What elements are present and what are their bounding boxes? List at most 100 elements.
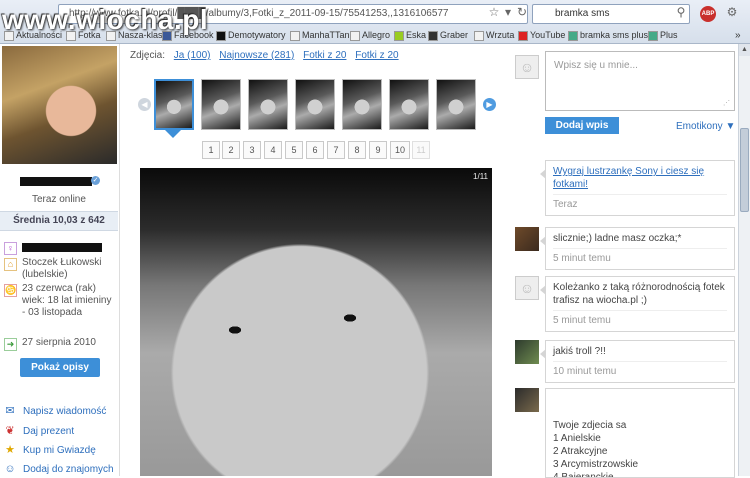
list-item: Koleżanko z taką różnorodnością fotek tr… [540, 276, 735, 332]
reload-icon[interactable]: ↻ [514, 4, 530, 20]
comment-pointer [540, 169, 546, 179]
bookmark-eska[interactable]: Eska [394, 27, 426, 44]
zodiac-icon: ♋ [4, 284, 17, 297]
comment-input[interactable]: Wpisz się u mnie... ⋰ [545, 51, 735, 111]
list-item: Twoje zdjecia sa 1 Anielskie 2 Atrakcyjn… [545, 388, 735, 478]
add-entry-button[interactable]: Dodaj wpis [545, 117, 619, 134]
give-gift-link[interactable]: ❦ Daj prezent [4, 425, 74, 437]
plus-logo-icon [568, 30, 578, 41]
comment-time: 5 minut temu [553, 248, 727, 265]
verified-icon: ✓ [91, 176, 100, 185]
emoticons-dropdown[interactable]: Emotikony ▼ [676, 121, 735, 132]
graber-icon [428, 30, 438, 41]
tools-icon[interactable]: ⚙ [724, 4, 740, 20]
list-item: slicznie;) ladne masz oczka;* 5 minut te… [540, 227, 735, 270]
user-avatar-icon: ☺ [515, 55, 539, 79]
search-input[interactable]: bramka sms [532, 4, 690, 24]
thumbnail[interactable] [436, 79, 476, 130]
page-button[interactable]: 9 [369, 141, 387, 159]
user-avatar-icon[interactable]: ☺ [515, 276, 539, 300]
main-photo[interactable]: 1/11 [140, 168, 492, 476]
bookmark-allegro[interactable]: Allegro [350, 27, 390, 44]
list-item: Wygraj lustrzankę Sony i ciesz się fotka… [540, 160, 735, 216]
comment-time: 5 minut temu [553, 310, 727, 327]
bookmark-graber[interactable]: Graber [428, 27, 468, 44]
bookmark-bramka-sms-plus[interactable]: bramka sms plus [568, 27, 648, 44]
bookmark-icon [350, 30, 360, 41]
profile-photo[interactable] [2, 46, 117, 164]
avatar[interactable] [515, 388, 539, 412]
plus-logo-icon [648, 30, 658, 41]
joined-icon: ➜ [4, 338, 17, 351]
tab-ja[interactable]: Ja (100) [174, 50, 211, 61]
youtube-icon [518, 30, 528, 41]
female-icon: ♀ [4, 242, 17, 255]
page-button[interactable]: 1 [202, 141, 220, 159]
next-thumbs-icon[interactable]: ▶ [483, 98, 496, 111]
thumbnail[interactable] [342, 79, 382, 130]
profile-sidebar: ✓ Teraz online Średnia 10,03 z 642 ♀ ⌂ S… [0, 44, 120, 476]
bookmark-demotywatory[interactable]: Demotywatory [216, 27, 286, 44]
joined-row: ➜ 27 sierpnia 2010 [4, 337, 96, 351]
bookmark-icon [474, 30, 484, 41]
search-icon[interactable]: ⚲ [673, 4, 689, 20]
page-scrollbar[interactable]: ▲ [738, 44, 750, 476]
page-button[interactable]: 3 [243, 141, 261, 159]
comment-pointer [545, 397, 546, 407]
adblock-icon[interactable]: ABP [700, 6, 716, 22]
thumbnail[interactable] [201, 79, 241, 130]
page-button[interactable]: 4 [264, 141, 282, 159]
page-button: 11 [412, 141, 430, 159]
page-button[interactable]: 7 [327, 141, 345, 159]
resize-handle-icon[interactable]: ⋰ [723, 99, 730, 107]
tab-najnowsze[interactable]: Najnowsze (281) [219, 50, 294, 61]
location-row: ⌂ Stoczek Łukowski (lubelskie) [4, 257, 116, 281]
bookmark-wrzuta[interactable]: Wrzuta [474, 27, 514, 44]
comment-text: Koleżanko z taką różnorodnością fotek tr… [553, 282, 725, 306]
scrollbar-thumb[interactable] [740, 128, 749, 212]
gift-icon: ❦ [5, 425, 15, 437]
bookmark-icon [290, 30, 300, 41]
online-status: Teraz online [32, 194, 86, 205]
username-redacted [20, 177, 92, 186]
envelope-icon: ✉ [5, 405, 15, 417]
name-redacted [22, 243, 102, 252]
photos-label: Zdjęcia: [130, 50, 166, 61]
photo-counter: 1/11 [473, 172, 488, 181]
scroll-up-icon[interactable]: ▲ [739, 44, 750, 56]
show-descriptions-button[interactable]: Pokaż opisy [20, 358, 100, 377]
prev-thumbs-icon[interactable]: ◀ [138, 98, 151, 111]
thumbnail[interactable] [248, 79, 288, 130]
thumbnail[interactable] [389, 79, 429, 130]
bookmark-manhattan[interactable]: ManhaTTan [290, 27, 350, 44]
page-button[interactable]: 5 [285, 141, 303, 159]
bookmarks-overflow-icon[interactable]: » [735, 27, 741, 44]
comment-pointer [540, 285, 546, 295]
comment-text: slicznie;) ladne masz oczka;* [553, 233, 682, 244]
tab-fotki-1[interactable]: Fotki z 20 [303, 50, 346, 61]
comment-pointer [540, 349, 546, 359]
name-row: ♀ [4, 241, 102, 255]
add-friend-link[interactable]: ☺ Dodaj do znajomych [4, 463, 113, 475]
bookmark-plus[interactable]: Plus [648, 27, 678, 44]
send-message-link[interactable]: ✉ Napisz wiadomość [4, 405, 106, 417]
promo-link[interactable]: Wygraj lustrzankę Sony i ciesz się fotka… [553, 166, 704, 190]
bookmark-youtube[interactable]: YouTube [518, 27, 565, 44]
avatar[interactable] [515, 227, 539, 251]
page-button[interactable]: 6 [306, 141, 324, 159]
tab-fotki-2[interactable]: Fotki z 20 [355, 50, 398, 61]
buy-star-link[interactable]: ★ Kup mi Gwiazdę [4, 444, 96, 456]
eska-icon [394, 30, 404, 41]
comment-time: Teraz [553, 194, 727, 211]
thumbnail[interactable] [295, 79, 335, 130]
comment-time: 10 minut temu [553, 361, 727, 378]
active-thumb-pointer [165, 130, 181, 138]
thumbnail[interactable] [154, 79, 194, 130]
comments-panel: ☺ Wpisz się u mnie... ⋰ Dodaj wpis Emoti… [505, 44, 738, 478]
page-button[interactable]: 8 [348, 141, 366, 159]
location-icon: ⌂ [4, 258, 17, 271]
site-watermark: www.wiocha.pl [2, 4, 209, 35]
avatar[interactable] [515, 340, 539, 364]
page-button[interactable]: 10 [390, 141, 410, 159]
page-button[interactable]: 2 [222, 141, 240, 159]
